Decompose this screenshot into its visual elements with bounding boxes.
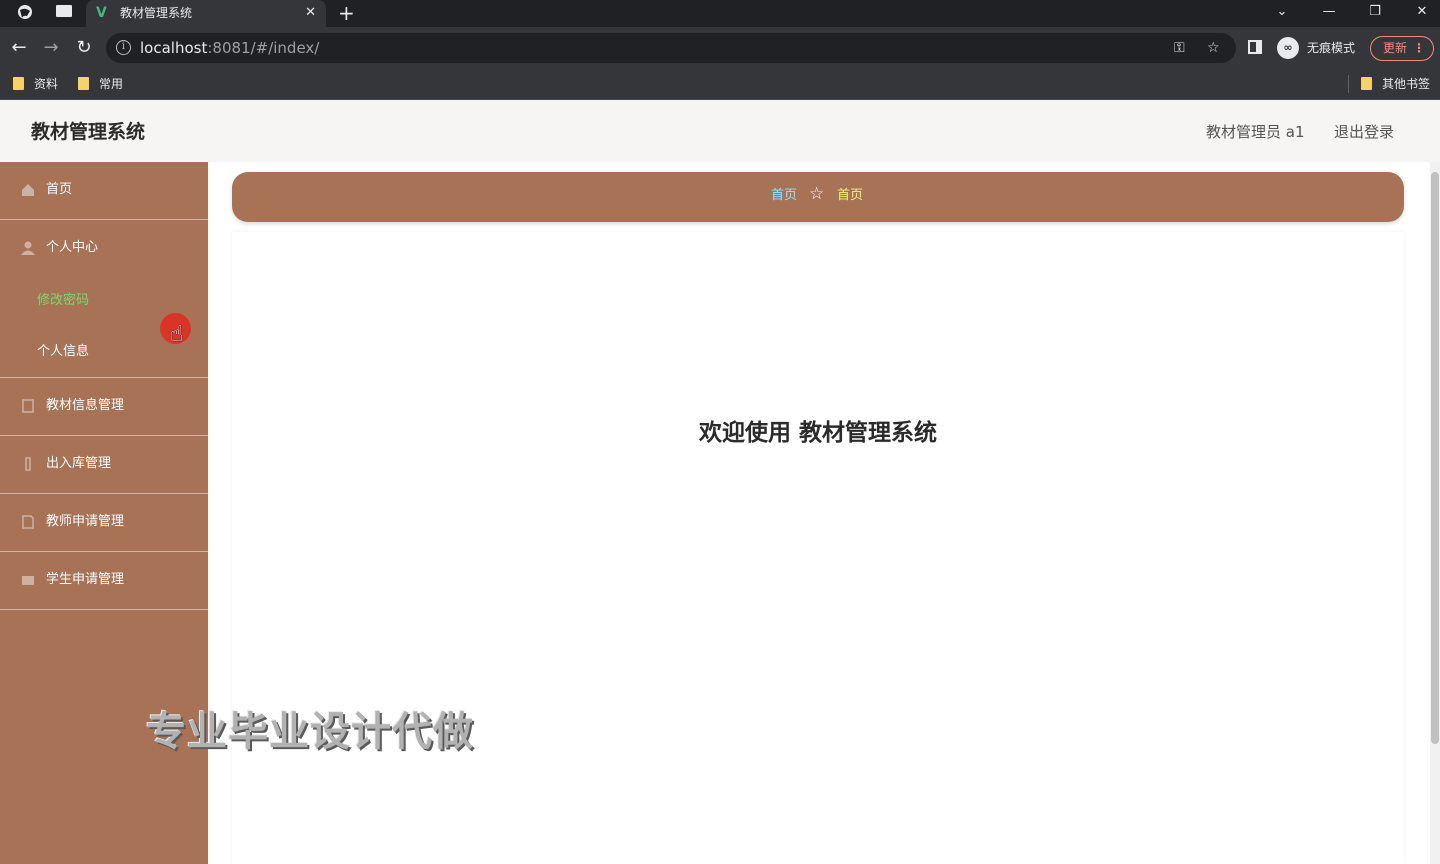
bookmarks-separator <box>1348 75 1349 93</box>
bookmarks-bar: 资料 常用 其他书签 <box>0 69 1440 100</box>
close-window-button[interactable]: ✕ <box>1410 2 1434 22</box>
main-content: 首页 ☆ 首页 欢迎使用 教材管理系统 <box>208 162 1430 864</box>
forward-arrow-icon[interactable]: → <box>40 36 62 60</box>
watermark-text: 专业毕业设计代做 <box>146 709 474 755</box>
url-text[interactable]: localhost:8081/#/index/ <box>140 39 319 57</box>
sidebar-item-textbook-info[interactable]: 教材信息管理 <box>0 378 208 436</box>
address-bar[interactable]: i localhost:8081/#/index/ ⚿ ☆ <box>106 33 1236 63</box>
sidebar-item-label: 首页 <box>46 182 73 197</box>
folder-icon <box>78 77 89 90</box>
incognito-label: 无痕模式 <box>1307 41 1356 55</box>
minimize-button[interactable]: — <box>1317 2 1341 22</box>
breadcrumb-home-link[interactable]: 首页 <box>771 187 797 205</box>
sidebar-item-label: 教材信息管理 <box>46 398 125 413</box>
tab-search-icon[interactable] <box>54 4 74 22</box>
browser-tab-bar: V 教材管理系统 ✕ + ⌄ — ❐ ✕ <box>0 0 1440 27</box>
globe-icon[interactable] <box>15 4 35 22</box>
sidebar-item-label: 教师申请管理 <box>46 514 125 529</box>
other-bookmarks[interactable]: 其他书签 <box>1361 76 1430 92</box>
logout-link[interactable]: 退出登录 <box>1334 122 1394 142</box>
submenu-item-label: 个人信息 <box>37 344 90 359</box>
submenu-item-label: 修改密码 <box>37 293 90 308</box>
tab-close-icon[interactable]: ✕ <box>305 4 316 22</box>
sidebar-item-home[interactable]: 首页 <box>0 162 208 220</box>
doc-icon <box>22 515 34 529</box>
hand-cursor-icon: ☝ <box>170 322 184 347</box>
breadcrumb: 首页 ☆ 首页 <box>232 172 1404 222</box>
vue-favicon-icon: V <box>96 5 107 21</box>
incognito-icon[interactable]: ∞ <box>1277 37 1299 59</box>
app-title: 教材管理系统 <box>31 121 146 143</box>
box-icon <box>25 457 31 471</box>
app-header: 教材管理系统 教材管理员 a1 退出登录 <box>0 100 1440 162</box>
back-arrow-icon[interactable]: ← <box>8 36 30 60</box>
scrollbar-thumb[interactable] <box>1431 172 1439 744</box>
sidebar: 首页 个人中心 修改密码 个人信息 教材信息管理 出入库管理 教师申请管理 学生… <box>0 162 208 864</box>
sidebar-item-student-applications[interactable]: 学生申请管理 <box>0 552 208 610</box>
breadcrumb-current: 首页 <box>837 188 864 203</box>
tab-list-chevron-icon[interactable]: ⌄ <box>1270 2 1294 22</box>
sidebar-item-personal-center[interactable]: 个人中心 <box>0 220 208 278</box>
tab-title: 教材管理系统 <box>120 6 193 20</box>
folder-icon <box>1361 77 1372 90</box>
site-info-icon[interactable]: i <box>116 40 131 55</box>
key-icon[interactable]: ⚿ <box>1174 39 1185 57</box>
bookmark-folder-0[interactable]: 资料 <box>13 76 58 92</box>
page-scrollbar[interactable] <box>1430 162 1440 864</box>
browser-tab-active[interactable]: V 教材管理系统 ✕ <box>86 0 326 27</box>
side-panel-icon[interactable] <box>1248 40 1262 54</box>
book-icon <box>22 399 34 413</box>
sidebar-item-teacher-applications[interactable]: 教师申请管理 <box>0 494 208 552</box>
user-icon <box>21 241 35 255</box>
bookmark-folder-1[interactable]: 常用 <box>78 76 123 92</box>
reload-icon[interactable]: ↻ <box>73 36 95 60</box>
folder-icon <box>22 576 34 585</box>
home-icon <box>22 184 34 196</box>
star-separator-icon: ☆ <box>809 184 825 204</box>
welcome-message: 欢迎使用 教材管理系统 <box>698 420 937 446</box>
update-button[interactable]: 更新 ⋮ <box>1370 36 1434 61</box>
bookmark-star-icon[interactable]: ☆ <box>1207 39 1220 57</box>
sidebar-item-stock[interactable]: 出入库管理 <box>0 436 208 494</box>
sidebar-item-label: 出入库管理 <box>46 456 112 471</box>
new-tab-button[interactable]: + <box>338 1 355 25</box>
sidebar-item-label: 个人中心 <box>46 240 99 255</box>
more-menu-icon: ⋮ <box>1413 41 1425 55</box>
restore-button[interactable]: ❐ <box>1363 2 1387 22</box>
welcome-panel: 欢迎使用 教材管理系统 <box>232 232 1404 864</box>
current-user: 教材管理员 a1 <box>1206 123 1305 141</box>
browser-toolbar: ← → ↻ i localhost:8081/#/index/ ⚿ ☆ ∞ 无痕… <box>0 27 1440 69</box>
folder-icon <box>13 77 24 90</box>
sidebar-item-label: 学生申请管理 <box>46 572 125 587</box>
